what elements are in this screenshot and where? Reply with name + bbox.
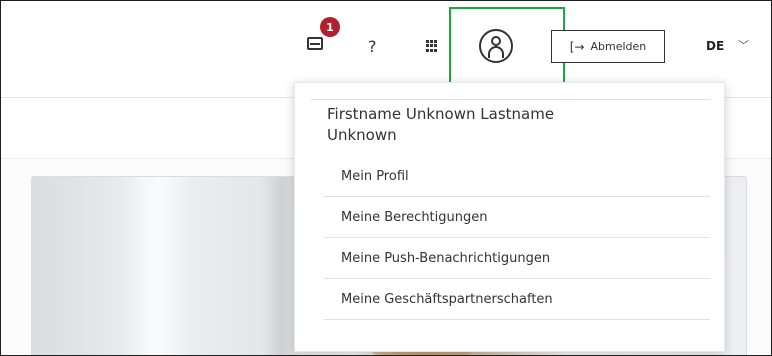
user-menu-dropdown: Firstname Unknown Lastname Unknown Mein …	[294, 82, 725, 352]
logout-label: Abmelden	[590, 40, 647, 53]
menu-item-push-notifications[interactable]: Meine Push-Benachrichtigungen	[323, 238, 710, 279]
divider	[311, 99, 711, 100]
notification-badge: 1	[320, 17, 340, 37]
help-icon[interactable]: ?	[368, 37, 377, 56]
hero-image-light-streak	[122, 177, 192, 355]
logout-button[interactable]: [→ Abmelden	[551, 30, 665, 63]
logout-icon: [→	[569, 39, 585, 54]
menu-item-permissions[interactable]: Meine Berechtigungen	[323, 197, 710, 238]
user-icon-highlight-box	[449, 7, 565, 93]
app-window: 1 ? [→ Abmelden DE ﹀ Firstname Unknown L…	[0, 0, 772, 356]
language-selector[interactable]: DE	[706, 39, 724, 53]
apps-grid-icon[interactable]	[426, 40, 438, 52]
menu-item-profile[interactable]: Mein Profil	[323, 156, 710, 197]
menu-item-business-partnerships[interactable]: Meine Geschäftspartnerschaften	[323, 279, 710, 320]
chevron-down-icon[interactable]: ﹀	[738, 37, 749, 53]
mail-icon[interactable]	[307, 37, 323, 50]
user-full-name: Firstname Unknown Lastname Unknown	[327, 105, 555, 144]
